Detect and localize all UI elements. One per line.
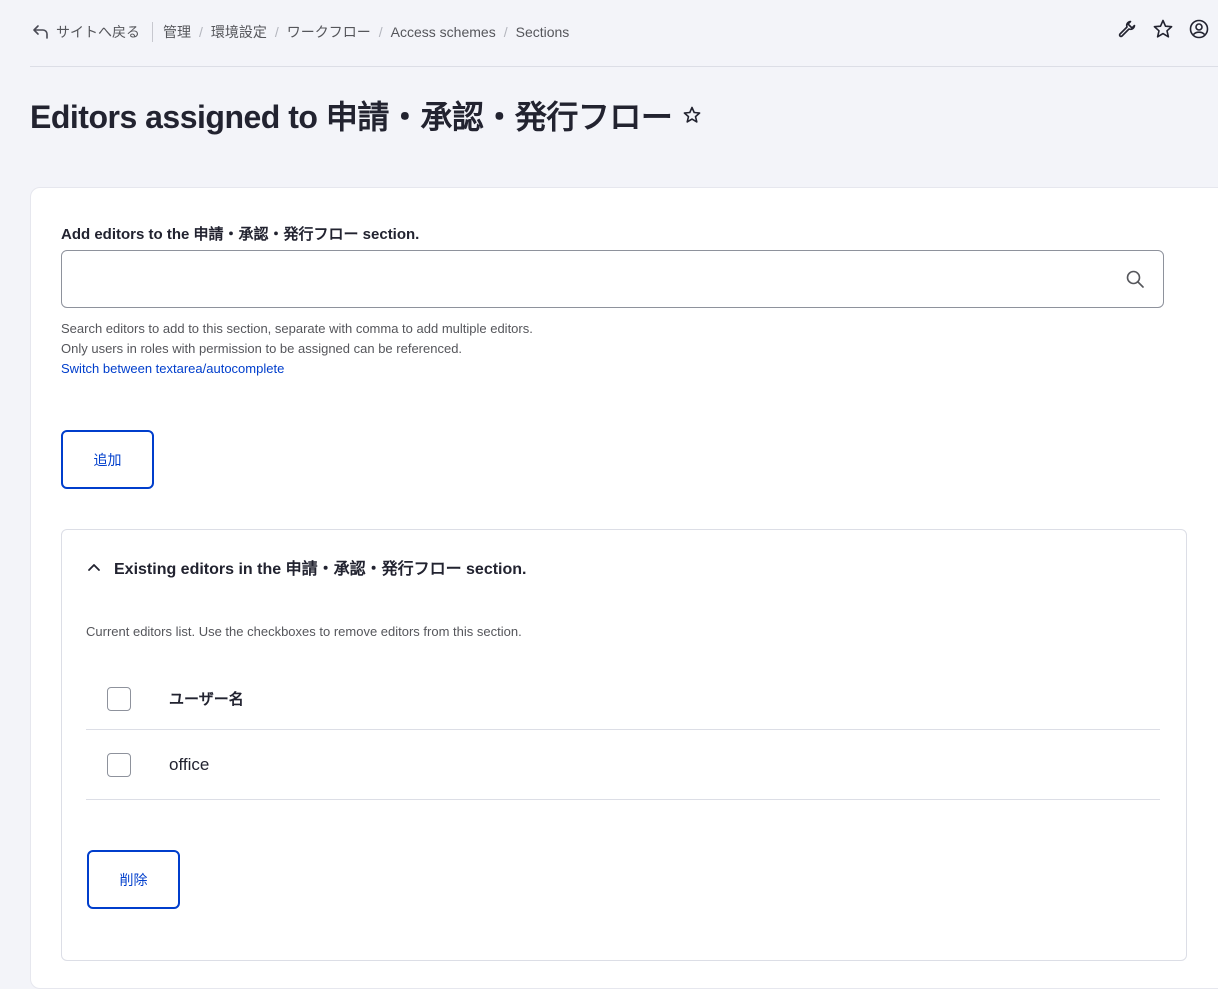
table-row: office <box>86 730 1160 800</box>
select-all-checkbox[interactable] <box>107 686 131 711</box>
shortcut-star-icon[interactable] <box>682 105 702 125</box>
breadcrumb-item-config[interactable]: 環境設定 <box>211 22 267 42</box>
existing-editors-details: Existing editors in the 申請・承認・発行フロー sect… <box>61 529 1187 961</box>
chevron-up-icon <box>88 564 100 571</box>
star-icon[interactable] <box>1152 18 1174 40</box>
breadcrumb-item-workflow[interactable]: ワークフロー <box>287 22 371 42</box>
breadcrumb-item-sections[interactable]: Sections <box>516 24 570 40</box>
add-editors-label: Add editors to the 申請・承認・発行フロー section. <box>61 226 420 243</box>
add-button[interactable]: 追加 <box>61 430 154 489</box>
editors-form-card: Add editors to the 申請・承認・発行フロー section. … <box>30 187 1218 989</box>
back-to-site-link[interactable]: サイトへ戻る <box>32 22 140 42</box>
switch-input-mode-link[interactable]: Switch between textarea/autocomplete <box>61 361 284 376</box>
field-description-line2: Only users in roles with permission to b… <box>61 341 463 356</box>
toolbar-icons <box>1116 18 1210 40</box>
search-icon <box>1126 270 1144 288</box>
breadcrumb-separator: / <box>274 24 279 40</box>
page-title-row: Editors assigned to 申請・承認・発行フロー <box>30 92 702 138</box>
back-to-site-label: サイトへ戻る <box>56 24 140 40</box>
toolbar-divider <box>30 66 1218 67</box>
breadcrumb-divider <box>152 22 153 42</box>
username-cell: office <box>169 754 210 774</box>
username-column-header: ユーザー名 <box>169 691 244 708</box>
back-arrow-icon <box>33 25 48 39</box>
breadcrumb-separator: / <box>503 24 508 40</box>
table-header-row: ユーザー名 <box>86 668 1160 730</box>
remove-button[interactable]: 削除 <box>87 850 180 909</box>
existing-editors-description: Current editors list. Use the checkboxes… <box>86 624 522 639</box>
breadcrumb-separator: / <box>378 24 383 40</box>
editors-table: ユーザー名 office <box>86 668 1160 800</box>
editor-search-input[interactable] <box>61 250 1164 308</box>
existing-editors-summary[interactable]: Existing editors in the 申請・承認・発行フロー sect… <box>86 555 527 579</box>
existing-editors-title: Existing editors in the 申請・承認・発行フロー sect… <box>114 561 527 578</box>
toolbar: サイトへ戻る 管理 / 環境設定 / ワークフロー / Access schem… <box>0 0 1218 66</box>
page-title: Editors assigned to 申請・承認・発行フロー <box>30 99 673 135</box>
breadcrumb: サイトへ戻る 管理 / 環境設定 / ワークフロー / Access schem… <box>32 20 569 44</box>
breadcrumb-separator: / <box>199 24 203 40</box>
row-checkbox[interactable] <box>107 752 131 777</box>
breadcrumb-item-access-schemes[interactable]: Access schemes <box>391 24 496 40</box>
user-icon[interactable] <box>1188 18 1210 40</box>
breadcrumb-item-admin[interactable]: 管理 <box>163 22 191 42</box>
field-description-line1: Search editors to add to this section, s… <box>61 321 533 336</box>
wrench-icon[interactable] <box>1116 18 1138 40</box>
